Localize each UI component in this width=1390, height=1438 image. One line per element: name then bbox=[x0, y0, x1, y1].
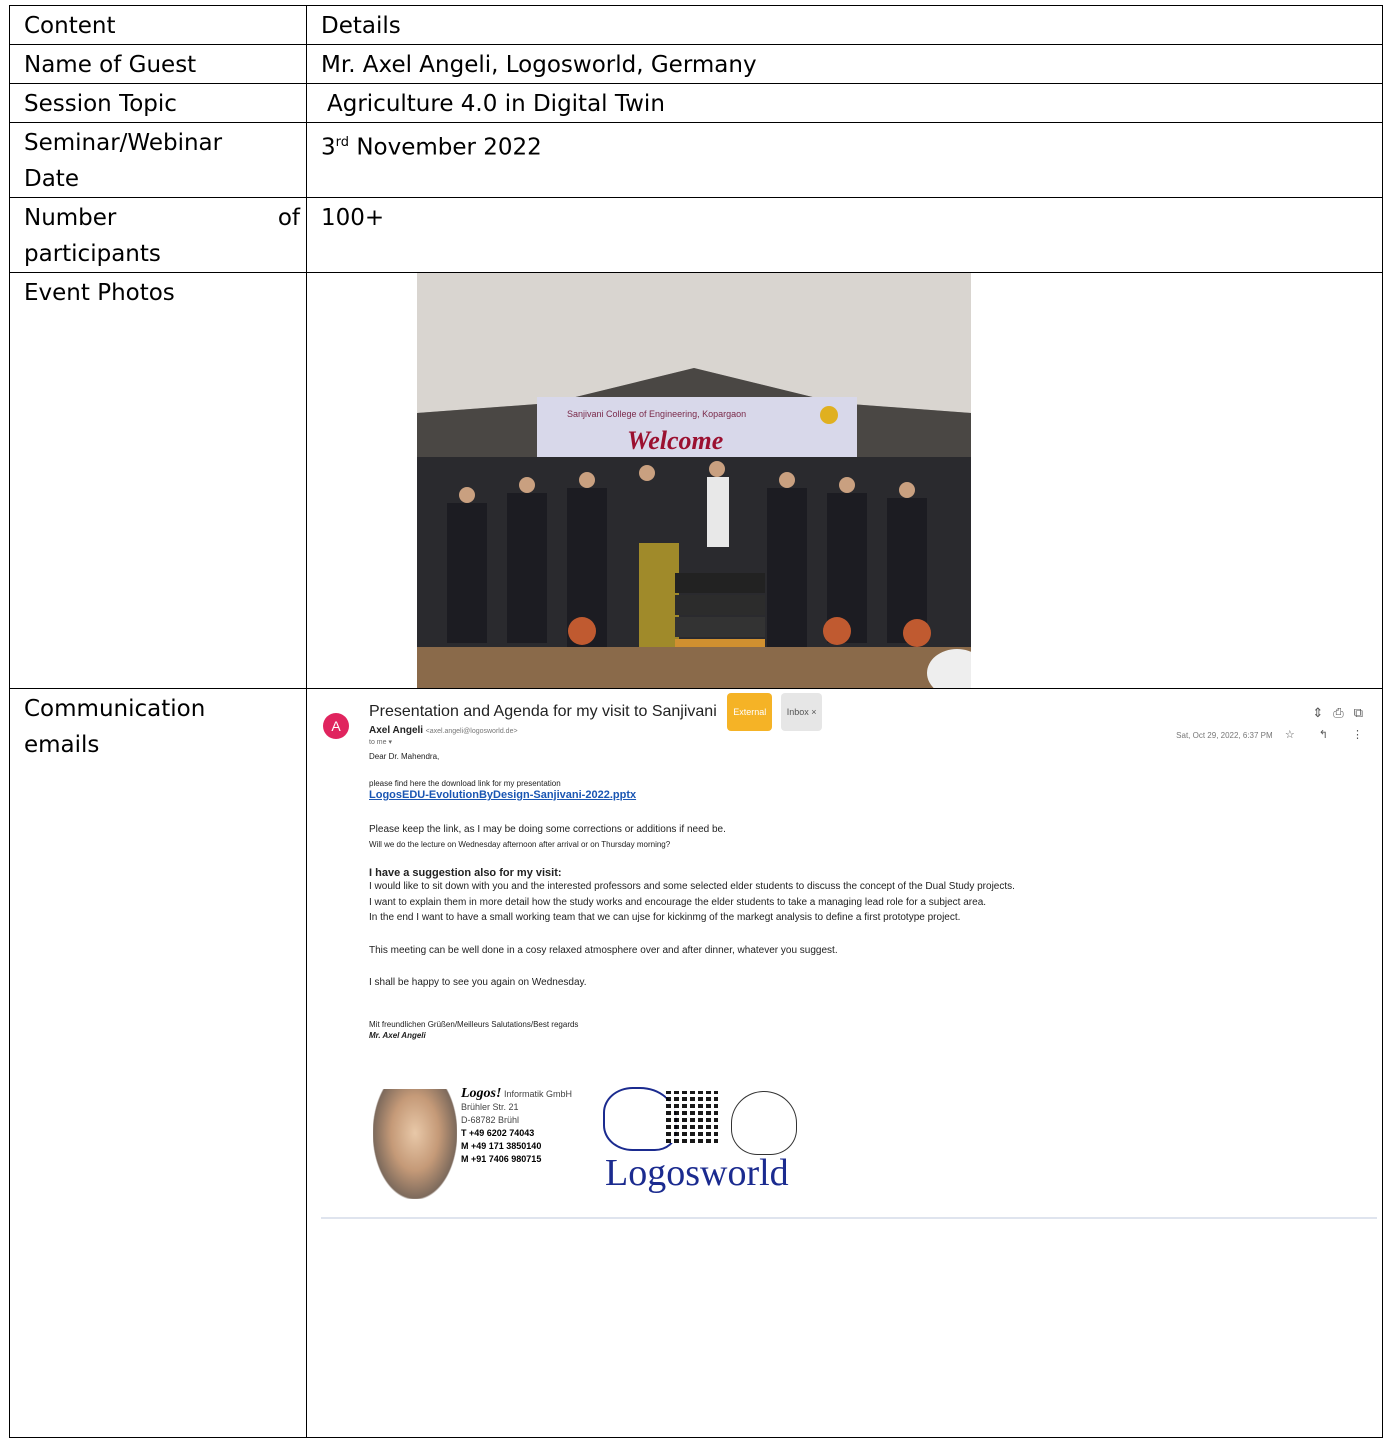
topic-value: Agriculture 4.0 in Digital Twin bbox=[306, 83, 1383, 123]
signature-company-logo: Logos! bbox=[461, 1086, 502, 1101]
participants-value: 100+ bbox=[306, 197, 1383, 273]
email-screenshot: Presentation and Agenda for my visit to … bbox=[321, 689, 1377, 1219]
participants-label-line2: participants bbox=[24, 241, 161, 267]
photos-label: Event Photos bbox=[9, 272, 307, 689]
date-sup: rd bbox=[335, 135, 350, 150]
event-photo: Sanjivani College of Engineering, Koparg… bbox=[417, 273, 971, 688]
header-details: Details bbox=[306, 5, 1383, 45]
external-badge: External bbox=[727, 693, 773, 731]
inbox-label[interactable]: Inbox × bbox=[780, 693, 823, 731]
participants-word2: of bbox=[277, 205, 300, 231]
photos-cell: Sanjivani College of Engineering, Koparg… bbox=[306, 272, 1383, 689]
date-label: Seminar/Webinar Date bbox=[9, 122, 307, 198]
emails-label-line1: Communication bbox=[24, 696, 206, 722]
logosworld-logo-text: Logosworld bbox=[605, 1152, 789, 1194]
signature-mobile1: M +49 171 3850140 bbox=[461, 1141, 542, 1151]
signature-city: D-68782 Brühl bbox=[461, 1115, 520, 1125]
date-label-line2: Date bbox=[24, 166, 79, 192]
qr-code-pattern bbox=[666, 1091, 718, 1143]
gorilla-logo-icon bbox=[731, 1091, 797, 1155]
banner-welcome: Welcome bbox=[627, 426, 723, 455]
participants-word1: Number bbox=[24, 205, 117, 231]
email-date-row: Sat, Oct 29, 2022, 6:37 PM ☆ ↰ ⋮ bbox=[1176, 717, 1377, 754]
happy-line: I shall be happy to see you again on Wed… bbox=[369, 977, 587, 988]
participants-label-line1: Number of bbox=[24, 200, 300, 236]
signature-street: Brühler Str. 21 bbox=[461, 1102, 519, 1112]
sender-address: <axel.angeli@logosworld.de> bbox=[425, 728, 518, 735]
report-table: Content Details Name of Guest Mr. Axel A… bbox=[9, 5, 1383, 1438]
emails-label-line2: emails bbox=[24, 732, 100, 758]
date-rest: November 2022 bbox=[349, 134, 542, 161]
reply-icon[interactable]: ↰ bbox=[1319, 729, 1342, 741]
signature-company-name: Informatik GmbH bbox=[501, 1089, 572, 1099]
emails-label: Communication emails bbox=[9, 688, 307, 1438]
emails-cell: Presentation and Agenda for my visit to … bbox=[306, 688, 1383, 1438]
email-date: Sat, Oct 29, 2022, 6:37 PM bbox=[1176, 731, 1273, 740]
date-value: 3rd November 2022 bbox=[306, 122, 1383, 198]
signature-block: Logos! Informatik GmbH Brühler Str. 21 D… bbox=[461, 1087, 572, 1166]
event-photo-drawing: Sanjivani College of Engineering, Koparg… bbox=[417, 273, 971, 688]
signature-mobile2: M +91 7406 980715 bbox=[461, 1154, 542, 1164]
signature-name: Mr. Axel Angeli bbox=[369, 1031, 426, 1040]
date-label-line1: Seminar/Webinar bbox=[24, 130, 223, 156]
guest-value: Mr. Axel Angeli, Logosworld, Germany bbox=[306, 44, 1383, 84]
header-content: Content bbox=[9, 5, 307, 45]
date-day: 3 bbox=[321, 134, 336, 161]
meeting-line: This meeting can be well done in a cosy … bbox=[369, 945, 838, 956]
more-icon[interactable]: ⋮ bbox=[1352, 729, 1377, 741]
suggestion-line3: In the end I want to have a small workin… bbox=[369, 912, 961, 923]
topic-label: Session Topic bbox=[9, 83, 307, 123]
sender-avatar: A bbox=[323, 713, 349, 739]
banner-college: Sanjivani College of Engineering, Koparg… bbox=[567, 409, 746, 419]
signature-company: Logos! Informatik GmbH bbox=[461, 1087, 572, 1101]
participants-label: Number of participants bbox=[9, 197, 307, 273]
guest-label: Name of Guest bbox=[9, 44, 307, 84]
signature-phone: T +49 6202 74043 bbox=[461, 1128, 535, 1138]
presentation-link[interactable]: LogosEDU-EvolutionByDesign-Sanjivani-202… bbox=[369, 777, 636, 813]
signature-portrait bbox=[373, 1089, 457, 1199]
star-icon[interactable]: ☆ bbox=[1285, 729, 1309, 741]
